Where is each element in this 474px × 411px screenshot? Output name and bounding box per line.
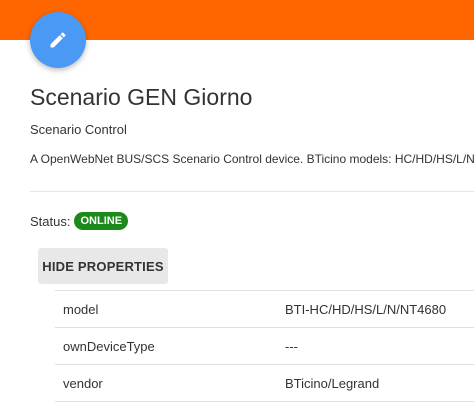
- properties-row-model: model BTI-HC/HD/HS/L/N/NT4680: [55, 291, 474, 328]
- status-label: Status:: [30, 213, 71, 229]
- divider: [30, 191, 474, 192]
- property-key: model: [63, 302, 99, 317]
- status-row: Status: ONLINE: [30, 212, 129, 230]
- page-title: Scenario GEN Giorno: [30, 84, 253, 110]
- hide-properties-button[interactable]: HIDE PROPERTIES: [38, 248, 168, 284]
- edit-button[interactable]: [30, 12, 86, 68]
- properties-row-vendor: vendor BTicino/Legrand: [55, 365, 474, 402]
- properties-row-owndevicetype: ownDeviceType ---: [55, 328, 474, 365]
- device-details-page: Scenario GEN Giorno Scenario Control A O…: [0, 0, 474, 411]
- status-badge: ONLINE: [74, 212, 129, 230]
- property-key: ownDeviceType: [63, 339, 155, 354]
- device-type: Scenario Control: [30, 122, 127, 137]
- properties-table: model BTI-HC/HD/HS/L/N/NT4680 ownDeviceT…: [55, 290, 474, 402]
- pencil-icon: [48, 30, 68, 50]
- device-description: A OpenWebNet BUS/SCS Scenario Control de…: [30, 152, 474, 166]
- property-value: BTicino/Legrand: [285, 376, 380, 391]
- property-value: ---: [285, 339, 298, 354]
- property-key: vendor: [63, 376, 103, 391]
- property-value: BTI-HC/HD/HS/L/N/NT4680: [285, 302, 447, 317]
